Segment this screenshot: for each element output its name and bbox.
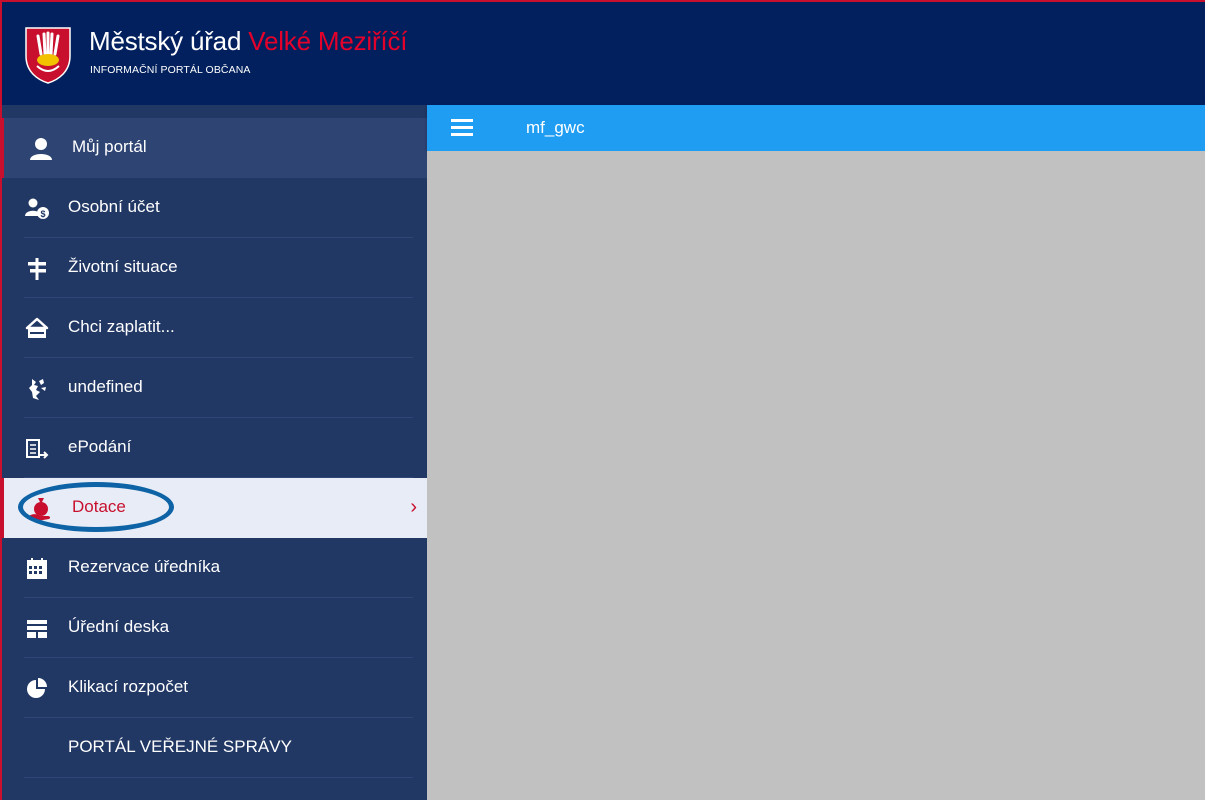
portal-subtitle: INFORMAČNÍ PORTÁL OBČANA [90,64,251,76]
sidebar-item-label: Osobní účet [68,197,160,216]
sidebar-item-osobni-ucet[interactable]: $ Osobní účet [2,178,427,238]
chevron-right-icon: › [410,496,417,518]
hamburger-icon[interactable] [451,119,473,137]
calendar-icon [27,558,47,579]
sidebar-item-label: Životní situace [68,257,178,276]
svg-text:$: $ [40,209,45,219]
sidebar-item-dotace[interactable]: Dotace › [2,478,431,538]
top-bar: mf_gwc [427,105,1205,151]
sidebar-item-undefined[interactable]: undefined [2,358,427,418]
sidebar-item-chci-zaplatit[interactable]: Chci zaplatit... [2,298,427,358]
sidebar-menu: Můj portál $ Osobní účet Životní situace [2,105,431,800]
sidebar-item-label: Můj portál [72,137,147,156]
submission-icon [26,439,49,459]
sidebar-item-portal-verejne-spravy[interactable]: PORTÁL VEŘEJNÉ SPRÁVY [2,718,427,778]
sidebar-item-label: undefined [68,377,143,396]
sidebar-item-klikaci-rozpocet[interactable]: Klikací rozpočet [2,658,427,718]
sidebar-item-label: Rezervace úředníka [68,557,221,576]
sidebar-item-label: ePodání [68,437,132,456]
account-icon: $ [25,198,49,219]
app-window: Městský úřad Velké Meziříčí INFORMAČNÍ P… [0,0,1205,800]
sidebar-item-uredni-deska[interactable]: Úřední deska [2,598,427,658]
sidebar-item-muj-portal[interactable]: Můj portál [2,118,431,178]
sidebar-item-label: PORTÁL VEŘEJNÉ SPRÁVY [68,737,292,756]
payment-icon [25,317,49,338]
username-label: mf_gwc [526,118,585,137]
portal-title[interactable]: Městský úřad Velké Meziříčí [89,26,407,57]
sidebar-item-epodani[interactable]: ePodání [2,418,427,478]
divider [24,777,413,778]
main-content-area [427,151,1205,800]
header: Městský úřad Velké Meziříčí INFORMAČNÍ P… [2,2,1205,105]
sidebar-item-label: Klikací rozpočet [68,677,188,696]
board-icon [27,620,47,638]
city-coat-of-arms-icon [25,27,71,84]
sidebar-item-zivotni-situace[interactable]: Životní situace [2,238,427,298]
pie-chart-icon [27,678,47,698]
sidebar-item-label: Chci zaplatit... [68,317,175,336]
title-city: Velké Meziříčí [248,26,408,56]
title-main: Městský úřad [89,26,249,56]
sidebar-item-rezervace-urednika[interactable]: Rezervace úředníka [2,538,427,598]
lion-icon [29,379,46,400]
signpost-icon [28,258,46,280]
user-icon [30,138,52,160]
highlight-circle [18,482,174,532]
sidebar-item-label: Úřední deska [68,617,170,636]
